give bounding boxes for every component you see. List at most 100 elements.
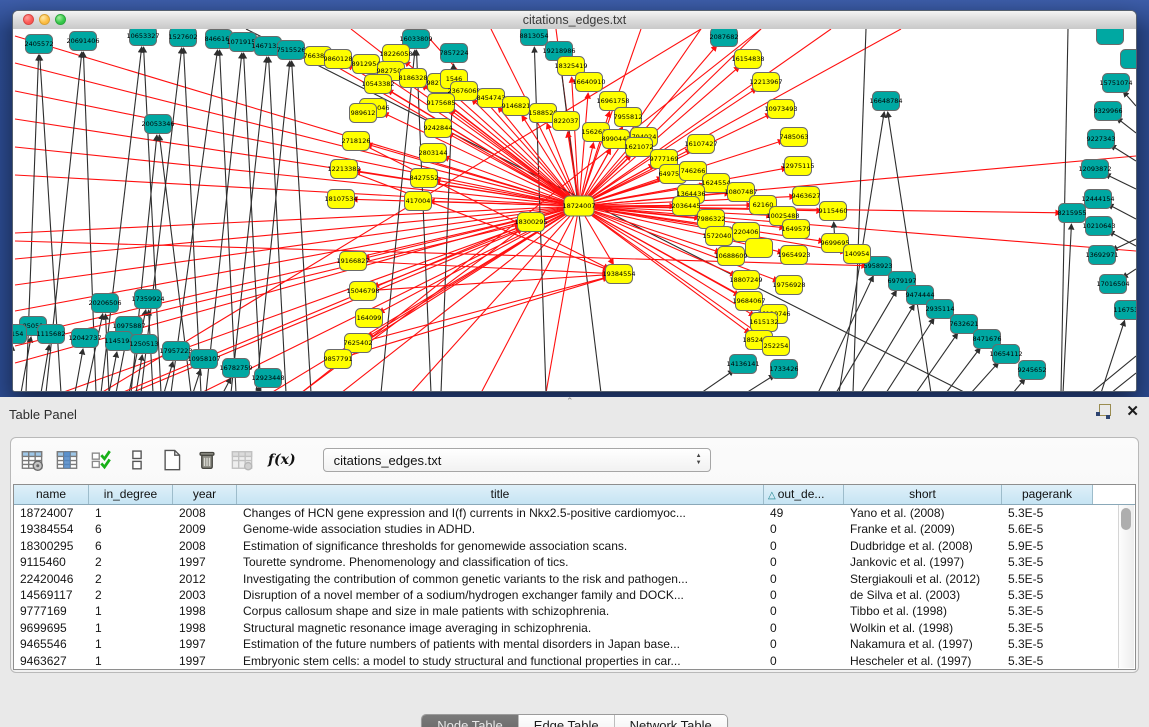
column-header-pagerank[interactable]: pagerank [1002, 485, 1093, 504]
network-window-titlebar[interactable]: citations_edges.txt [13, 11, 1136, 30]
select-columns-icon[interactable] [54, 447, 80, 473]
network-node-label: 2718126 [342, 137, 371, 145]
cell-in_degree: 2 [89, 587, 173, 603]
table-row[interactable]: 977716911998Corpus callosum shape and si… [14, 603, 1135, 619]
vertical-scrollbar[interactable] [1118, 505, 1134, 668]
network-edge [271, 206, 579, 391]
float-panel-icon[interactable] [1096, 404, 1112, 419]
cell-title: Investigating the contribution of common… [237, 571, 764, 587]
column-header-in_degree[interactable]: in_degree [89, 485, 173, 504]
network-node-label: 20206506 [88, 299, 121, 307]
new-document-icon[interactable] [159, 447, 185, 473]
network-node[interactable] [746, 239, 773, 258]
network-node[interactable] [1097, 29, 1124, 45]
network-node-label: 20691406 [66, 37, 99, 45]
column-header-year[interactable]: year [173, 485, 237, 504]
table-row[interactable]: 1830029562008Estimation of significance … [14, 538, 1135, 554]
network-node-label: 12975115 [781, 162, 814, 170]
network-node-label: 39154 [13, 330, 23, 338]
merge-rows-icon[interactable] [124, 447, 150, 473]
network-node-label: 16640910 [572, 78, 605, 86]
network-edge [358, 277, 608, 343]
cell-name: 18300295 [14, 538, 89, 554]
splitter-grip-icon[interactable]: ⌃ [566, 396, 574, 407]
column-header-title[interactable]: title [237, 485, 764, 504]
cell-in_degree: 1 [89, 505, 173, 521]
network-node-label: 1167533 [1114, 306, 1136, 314]
table-toolbar: f(x) citations_edges.txt▲▼ [19, 444, 711, 476]
table-selector-dropdown[interactable]: citations_edges.txt▲▼ [323, 448, 711, 472]
network-node-label: 9860128 [324, 55, 353, 63]
network-node-label: 164099 [357, 314, 382, 322]
delete-table-icon[interactable] [194, 447, 220, 473]
table-settings-icon[interactable] [19, 447, 45, 473]
column-header-short[interactable]: short [844, 485, 1002, 504]
cell-name: 22420046 [14, 571, 89, 587]
network-node-label: 17957223 [159, 347, 192, 355]
network-node-label: 9242844 [424, 124, 453, 132]
network-edge [269, 57, 286, 391]
network-node-label: 12213967 [749, 78, 782, 86]
network-edge [292, 61, 311, 391]
network-node-label: 10210643 [1082, 222, 1115, 230]
network-node-label: 2803144 [419, 149, 448, 157]
tab-node-table[interactable]: Node Table [422, 715, 519, 727]
scrollbar-thumb[interactable] [1121, 508, 1131, 530]
cell-in_degree: 2 [89, 554, 173, 570]
table-row[interactable]: 2242004622012Investigating the contribut… [14, 571, 1135, 587]
network-canvas[interactable]: 2405572206914061065332715276028466160107… [13, 29, 1136, 391]
network-edge [1109, 231, 1136, 246]
network-node-label: 10958107 [187, 355, 220, 363]
cell-pagerank: 5.3E-5 [1002, 554, 1093, 570]
cell-in_degree: 1 [89, 603, 173, 619]
table-row[interactable]: 1456911722003Disruption of a novel membe… [14, 587, 1135, 603]
cell-title: Changes of HCN gene expression and I(f) … [237, 505, 764, 521]
network-edge [1108, 204, 1136, 219]
network-edge [971, 362, 999, 391]
column-header-out_de[interactable]: △out_de... [764, 485, 844, 504]
cell-out_de: 49 [764, 505, 844, 521]
table-body: 1872400712008Changes of HCN gene express… [14, 505, 1135, 669]
network-node-label: 14136141 [726, 360, 759, 368]
citation-network-graph[interactable]: 2405572206914061065332715276028466160107… [13, 29, 1136, 391]
cell-year: 2009 [173, 521, 237, 537]
network-node-label: 8186328 [399, 74, 428, 82]
import-table-icon[interactable] [229, 447, 255, 473]
close-panel-icon[interactable]: ✕ [1126, 404, 1139, 419]
network-edge [836, 290, 896, 391]
cell-out_de: 0 [764, 538, 844, 554]
table-row[interactable]: 969969511998Structural magnetic resonanc… [14, 620, 1135, 636]
cell-out_de: 0 [764, 636, 844, 652]
network-node-label: 18325419 [554, 62, 587, 70]
network-node-label: 2405572 [25, 40, 54, 48]
network-window: citations_edges.txt 24055722069140610653… [12, 10, 1137, 392]
table-row[interactable]: 946362711997Embryonic stem cells: a mode… [14, 653, 1135, 669]
cell-pagerank: 5.6E-5 [1002, 521, 1093, 537]
table-row[interactable]: 1938455462009Genome-wide association stu… [14, 521, 1135, 537]
network-node-label: 18107534 [324, 195, 357, 203]
network-node-label: 252254 [764, 342, 789, 350]
network-node-label: 7632621 [950, 320, 979, 328]
table-row[interactable]: 946554611997Estimation of the future num… [14, 636, 1135, 652]
cell-title: Corpus callosum shape and size in male p… [237, 603, 764, 619]
tab-edge-table[interactable]: Edge Table [519, 715, 615, 727]
cell-in_degree: 2 [89, 571, 173, 587]
cell-short: Dudbridge et al. (2008) [844, 538, 1002, 554]
table-row[interactable]: 1872400712008Changes of HCN gene express… [14, 505, 1135, 521]
network-edge [1091, 356, 1136, 391]
tab-network-table[interactable]: Network Table [615, 715, 727, 727]
cell-short: Yano et al. (2008) [844, 505, 1002, 521]
network-node-label: 16648784 [869, 97, 902, 105]
network-node-label: 19654923 [777, 251, 810, 259]
network-node-label: 9463627 [792, 192, 821, 200]
cell-pagerank: 5.3E-5 [1002, 603, 1093, 619]
function-builder-icon[interactable]: f(x) [268, 452, 296, 468]
cell-title: Embryonic stem cells: a model to study s… [237, 653, 764, 669]
network-node-label: 19166827 [336, 257, 369, 265]
network-edge [441, 64, 454, 391]
row-checks-icon[interactable] [89, 447, 115, 473]
table-row[interactable]: 911546021997Tourette syndrome. Phenomeno… [14, 554, 1135, 570]
network-node[interactable] [1121, 50, 1137, 69]
cell-short: Wolkin et al. (1998) [844, 620, 1002, 636]
column-header-name[interactable]: name [14, 485, 89, 504]
